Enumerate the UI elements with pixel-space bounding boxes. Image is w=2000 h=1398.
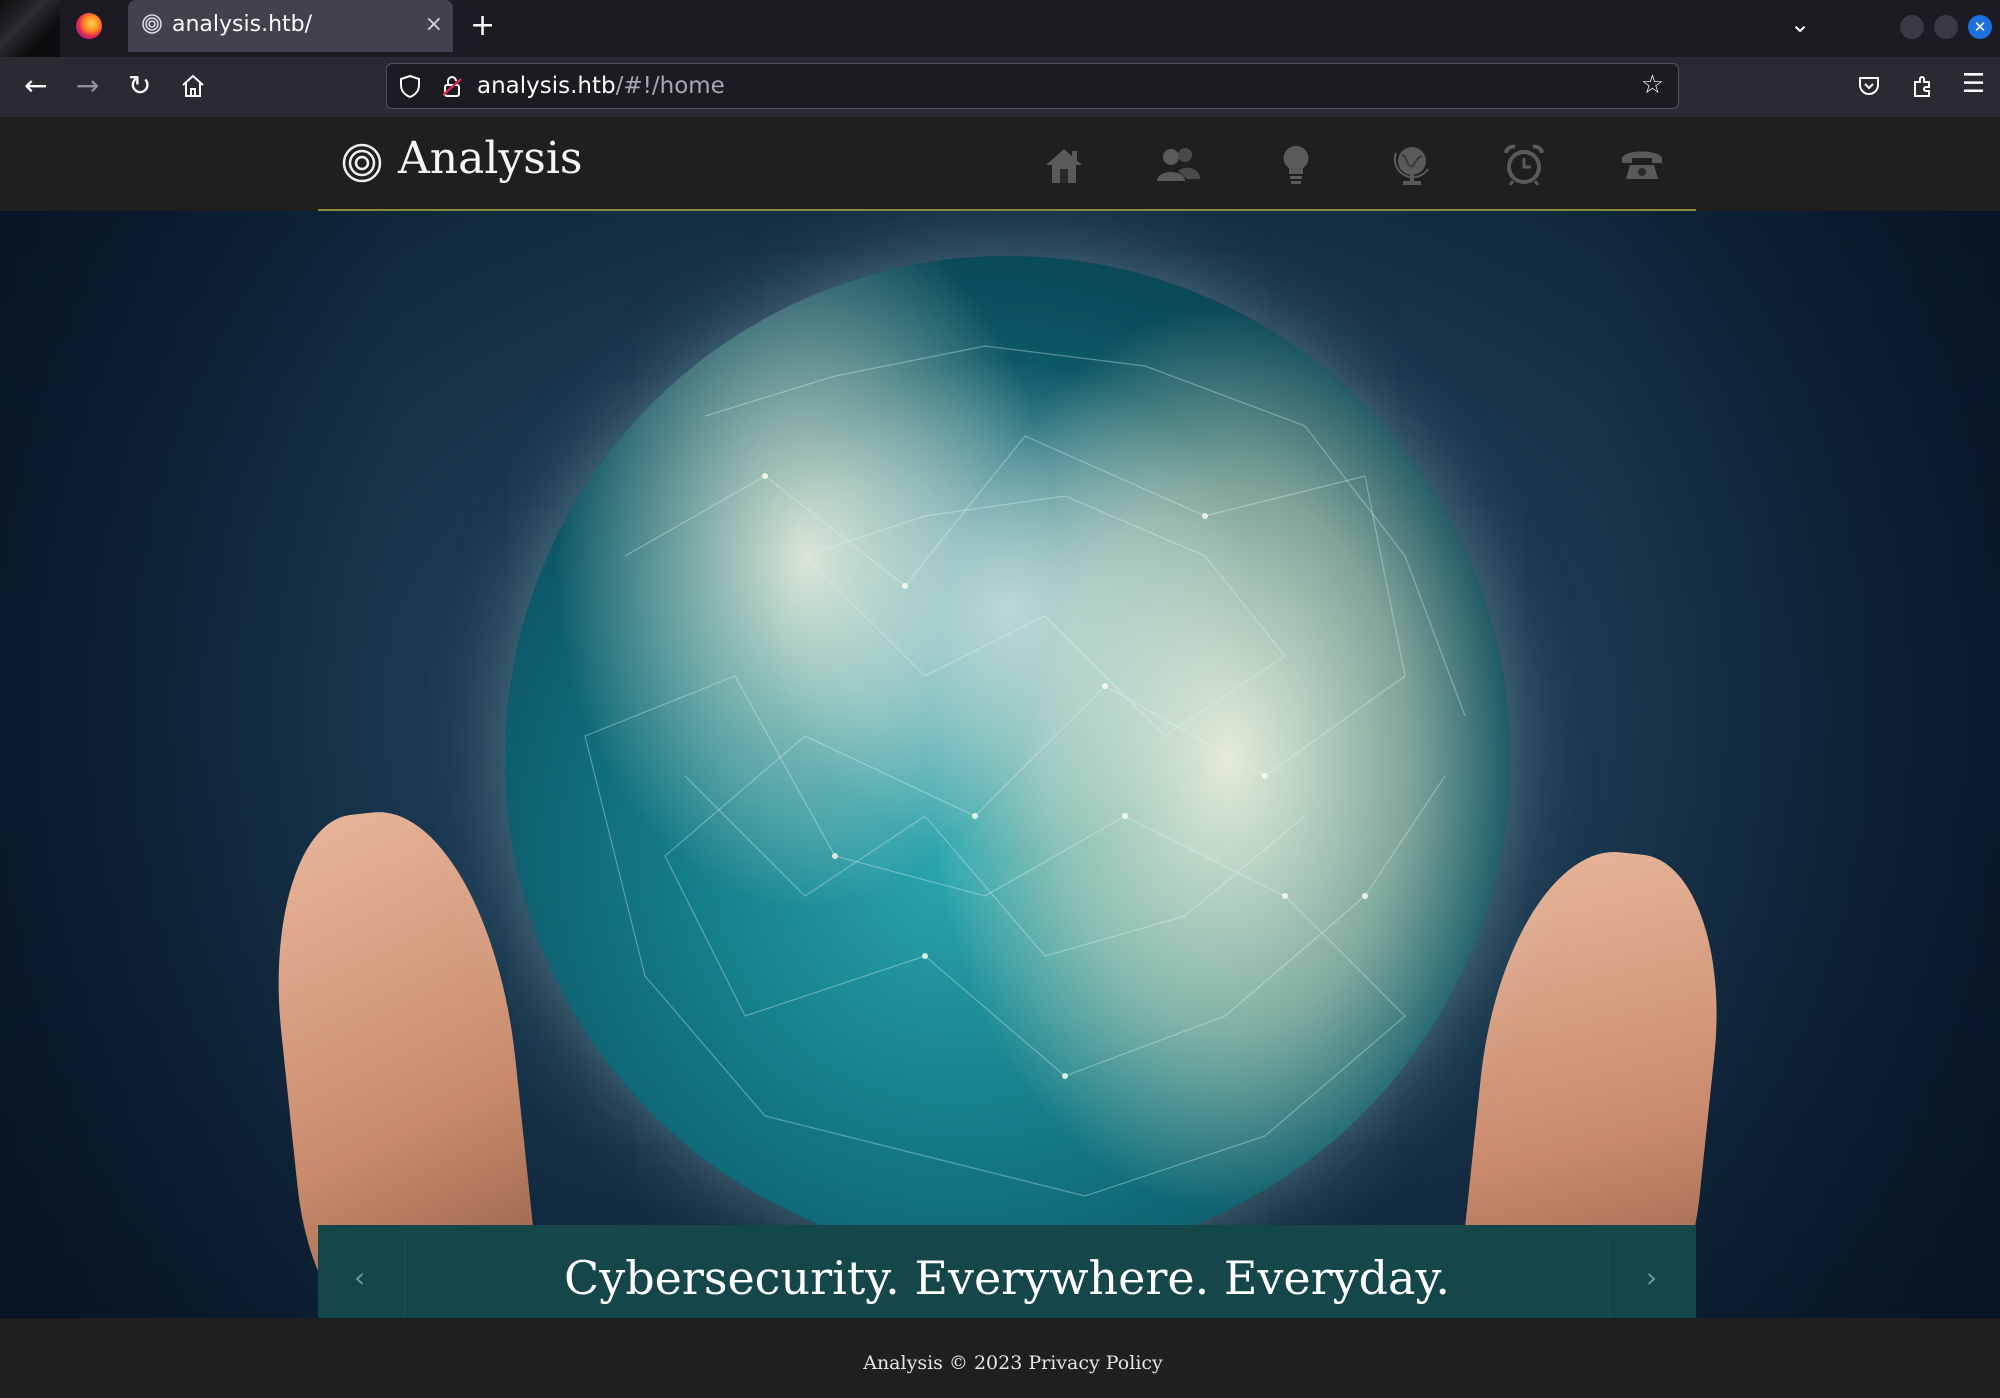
close-window-button[interactable]: ✕ <box>1968 15 1992 39</box>
home-icon[interactable] <box>180 73 206 99</box>
app-menu-hamburger-icon[interactable]: ☰ <box>1962 69 1985 99</box>
url-host: analysis.htb <box>477 73 616 99</box>
alarm-clock-icon[interactable] <box>1500 141 1548 189</box>
users-icon[interactable] <box>1154 141 1202 189</box>
web-page: Analysis ‹ Cybersecurity. Everywhere. Ev… <box>0 117 2000 1398</box>
firefox-menu-icon[interactable] <box>76 13 102 39</box>
brand-name[interactable]: Analysis <box>398 133 583 184</box>
site-footer: Analysis © 2023 Privacy Policy <box>0 1318 2000 1398</box>
bookmark-star-icon[interactable]: ☆ <box>1641 70 1664 100</box>
tab-close-icon[interactable]: × <box>425 12 443 37</box>
forward-arrow-icon[interactable]: → <box>76 71 99 101</box>
back-arrow-icon[interactable]: ← <box>24 71 47 101</box>
carousel-next-arrow-icon[interactable]: › <box>1646 1261 1657 1294</box>
url-bar[interactable]: analysis.htb/#!/home ☆ <box>386 63 1679 109</box>
network-globe-image <box>505 256 1510 1261</box>
hero-carousel <box>0 211 2000 1318</box>
brand-logo-icon[interactable] <box>342 143 382 183</box>
carousel-caption-text: Cybersecurity. Everywhere. Everyday. <box>564 1251 1450 1305</box>
list-all-tabs-chevron-icon[interactable]: ⌄ <box>1790 10 1810 38</box>
pocket-icon[interactable] <box>1856 73 1882 99</box>
browser-tab-active[interactable]: analysis.htb/ × <box>128 0 453 52</box>
url-text[interactable]: analysis.htb/#!/home <box>477 73 725 99</box>
reload-icon[interactable]: ↻ <box>128 71 151 101</box>
footer-copyright: Analysis © 2023 Privacy Policy <box>863 1352 1163 1374</box>
browser-navigation-bar: ← → ↻ analysis.htb/#!/home ☆ ☰ <box>0 57 2000 117</box>
home-icon[interactable] <box>1040 141 1088 189</box>
lightbulb-icon[interactable] <box>1272 141 1320 189</box>
tab-favicon-icon <box>142 14 162 34</box>
browser-tab-bar: analysis.htb/ × + ⌄ ✕ <box>0 0 2000 57</box>
site-header: Analysis <box>318 117 1696 211</box>
maximize-window-button[interactable] <box>1934 15 1958 39</box>
new-tab-button[interactable]: + <box>470 8 495 43</box>
tab-bar-corner <box>0 0 60 57</box>
caption-divider-right <box>1609 1239 1610 1323</box>
tracking-protection-shield-icon[interactable] <box>397 73 423 99</box>
url-path: /#!/home <box>615 73 725 99</box>
minimize-window-button[interactable] <box>1900 15 1924 39</box>
insecure-lock-icon[interactable] <box>439 73 465 99</box>
phone-icon[interactable] <box>1618 141 1666 189</box>
network-mesh-lines <box>584 345 1466 1197</box>
tab-title: analysis.htb/ <box>172 12 313 37</box>
extensions-puzzle-icon[interactable] <box>1910 73 1936 99</box>
globe-icon[interactable] <box>1388 141 1436 189</box>
